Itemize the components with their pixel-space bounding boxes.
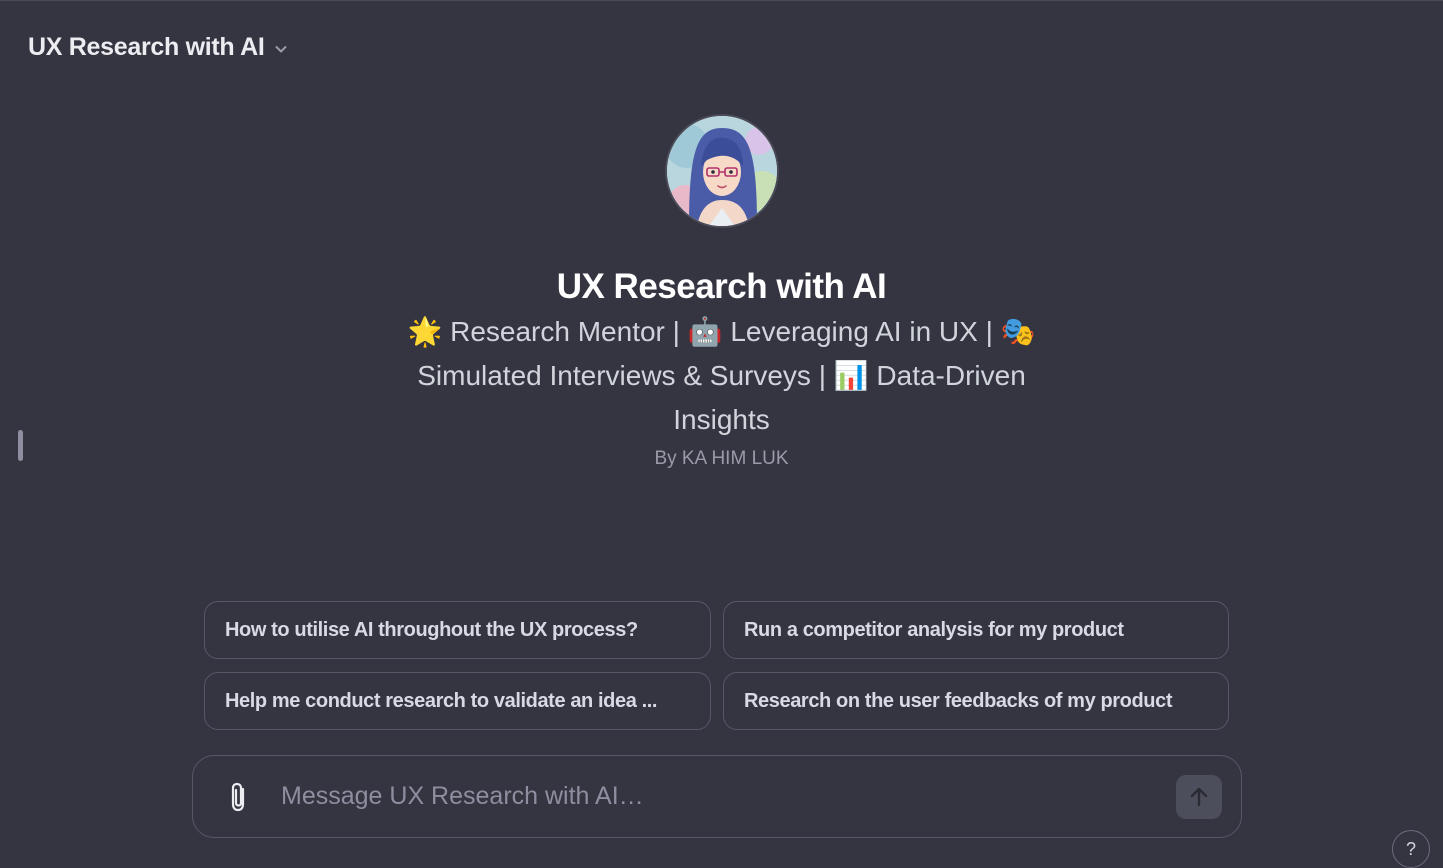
gpt-author: By KA HIM LUK xyxy=(654,448,789,469)
message-composer xyxy=(192,755,1242,838)
arrow-up-icon xyxy=(1190,787,1208,806)
attach-file-button[interactable] xyxy=(219,777,259,817)
help-button[interactable]: ? xyxy=(1392,830,1430,868)
starter-prompt-button[interactable]: Research on the user feedbacks of my pro… xyxy=(723,672,1229,730)
gpt-intro: UX Research with AI 🌟 Research Mentor | … xyxy=(0,114,1443,470)
paperclip-icon xyxy=(231,782,245,811)
model-switcher[interactable]: UX Research with AI xyxy=(14,28,303,66)
send-button[interactable] xyxy=(1176,774,1222,819)
starter-prompt-button[interactable]: Help me conduct research to validate an … xyxy=(204,672,711,730)
model-title: UX Research with AI xyxy=(28,32,265,61)
gpt-avatar xyxy=(664,114,779,228)
top-divider xyxy=(0,0,1443,1)
conversation-starters: How to utilise AI throughout the UX proc… xyxy=(204,601,1229,730)
gpt-description: 🌟 Research Mentor | 🤖 Leveraging AI in U… xyxy=(407,316,1036,435)
message-input[interactable] xyxy=(279,781,1176,812)
gpt-name: UX Research with AI xyxy=(556,267,887,306)
starter-prompt-button[interactable]: How to utilise AI throughout the UX proc… xyxy=(204,601,711,659)
chevron-down-icon xyxy=(275,45,286,52)
starter-prompt-button[interactable]: Run a competitor analysis for my product xyxy=(723,601,1229,659)
